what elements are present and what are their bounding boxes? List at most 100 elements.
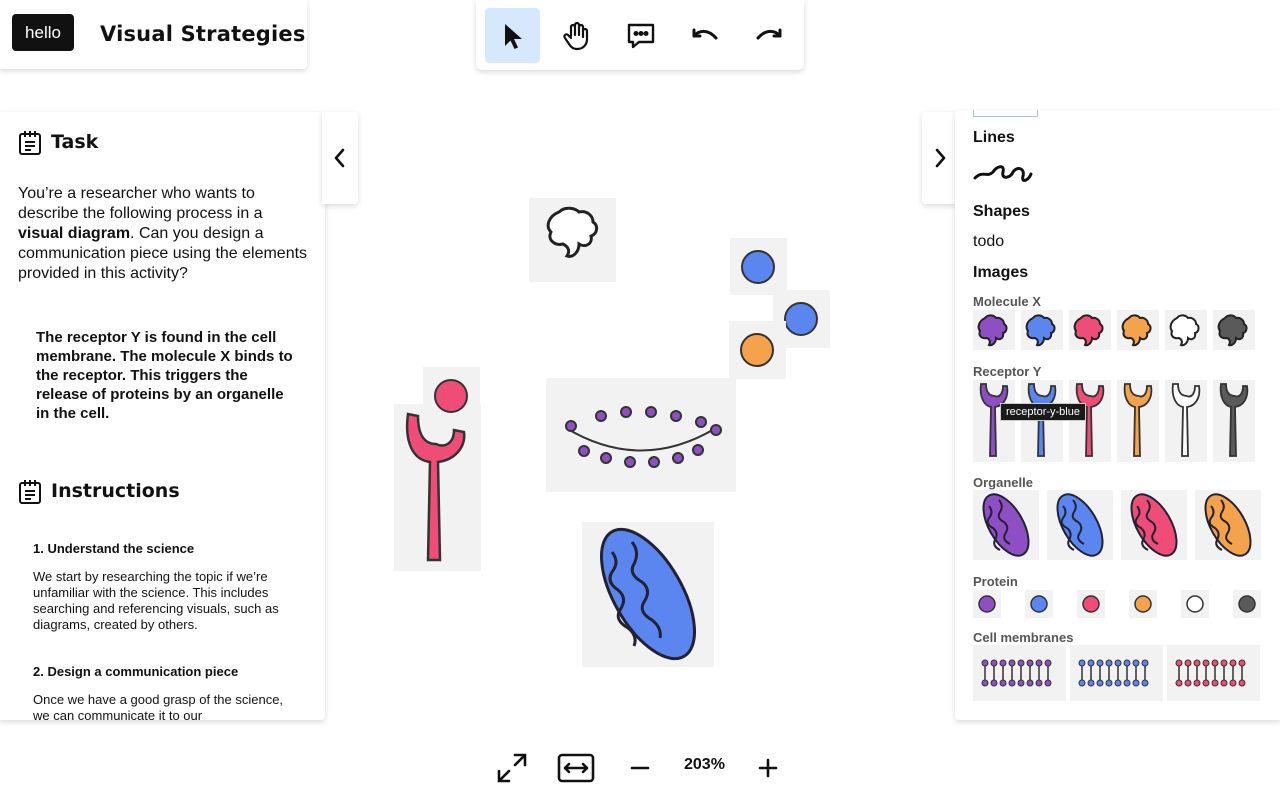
membrane-icon [1175,659,1246,687]
organelle-thumbnail[interactable] [1195,490,1261,560]
canvas-organelle[interactable] [582,522,714,667]
redo-icon [756,28,781,39]
hand-icon [562,21,588,50]
protein-thumbnail[interactable] [1181,590,1209,618]
cell-membrane-thumbnail[interactable] [973,645,1066,701]
undo-button[interactable] [677,8,732,63]
plus-icon [758,758,778,778]
protein-thumbnail[interactable] [1025,590,1053,618]
zoom-toolbar [476,736,804,798]
task-panel: Task You’re a researcher who wants to de… [0,112,325,720]
membrane-icon [565,406,722,468]
receptor-icon [1219,383,1249,457]
step-body: Once we have a good grasp of the science… [33,692,284,720]
molecule-x-thumbnail[interactable] [1213,310,1255,350]
shapes-placeholder: todo [973,233,1005,250]
protein-thumbnail[interactable] [1077,590,1105,618]
receptor-icon [1171,383,1201,457]
receptor-y-thumbnail[interactable] [1021,380,1063,462]
protein-icon [1238,595,1256,613]
canvas-protein[interactable] [730,238,787,295]
receptor-y-thumbnail[interactable] [1069,380,1111,462]
receptor-icon [1027,383,1057,457]
select-tool-button[interactable] [485,8,540,63]
cell-membranes-label: Cell membranes [973,630,1074,645]
minus-icon [630,766,650,770]
receptor-y-thumbnail[interactable] [1117,380,1159,462]
molecule-x-thumbnail[interactable] [973,310,1015,350]
molecule-icon [1121,314,1152,347]
canvas-protein[interactable] [423,367,480,425]
undo-icon [692,28,717,39]
organelle-label: Organelle [973,475,1033,490]
receptor-icon [1075,383,1105,457]
protein-thumbnail[interactable] [1233,590,1261,618]
notepad-icon [19,480,41,504]
zoom-out-button[interactable] [618,746,662,790]
protein-icon [741,250,775,284]
molecule-icon [546,206,599,258]
lines-label: Lines [973,129,1015,146]
step-body: We start by researching the topic if we’… [33,569,279,632]
canvas-protein[interactable] [729,321,786,379]
shapes-label: Shapes [973,203,1030,220]
images-label: Images [973,264,1029,281]
canvas-receptor-y[interactable] [394,404,481,571]
redo-button[interactable] [741,8,796,63]
step-title: 2. Design a communication piece [33,664,239,679]
protein-label: Protein [973,574,1018,589]
collapse-right-panel-button[interactable] [922,112,958,204]
zoom-level: 203% [684,756,725,773]
step-title: 1. Understand the science [33,541,195,556]
molecule-x-thumbnail[interactable] [1117,310,1159,350]
protein-icon [1082,595,1100,613]
organelle-thumbnail[interactable] [1121,490,1187,560]
organelle-icon [1130,493,1178,557]
cursor-icon [504,23,522,49]
scroll-remnant [973,110,1038,117]
receptor-y-thumbnail[interactable] [1165,380,1207,462]
comment-tool-button[interactable] [613,8,668,63]
organelle-icon [982,493,1030,557]
fit-width-button[interactable] [554,746,598,790]
molecule-icon [1073,314,1104,347]
zoom-in-button[interactable] [746,746,790,790]
protein-icon [1030,595,1048,613]
canvas[interactable] [325,110,955,730]
organelle-thumbnail[interactable] [1047,490,1113,560]
protein-icon [740,333,774,367]
protein-thumbnail[interactable] [973,590,1001,618]
molecule-x-thumbnail[interactable] [1021,310,1063,350]
cell-membrane-thumbnail[interactable] [1070,645,1163,701]
membrane-icon [981,659,1052,687]
molecule-x-thumbnail[interactable] [1165,310,1207,350]
chevron-right-icon [935,148,946,168]
receptor-y-thumbnail[interactable] [1213,380,1255,462]
notepad-icon [19,131,41,155]
molecule-icon [1025,314,1056,347]
protein-icon [1134,595,1152,613]
tooltip: receptor-y-blue [1000,403,1086,421]
canvas-cell-membrane[interactable] [546,378,736,492]
protein-thumbnail[interactable] [1129,590,1157,618]
molecule-x-label: Molecule X [973,294,1041,309]
organelle-icon [1056,493,1104,557]
receptor-y-thumbnail[interactable] [973,380,1015,462]
molecule-icon [1169,314,1200,347]
pan-tool-button[interactable] [549,8,604,63]
canvas-molecule-x[interactable] [529,198,616,282]
app-title: Visual Strategies [100,22,306,46]
task-description: You’re a researcher who wants to describ… [18,185,308,282]
membrane-icon [1078,659,1149,687]
app-header: hello Visual Strategies [0,0,307,69]
expand-icon [497,753,527,783]
comment-icon [627,23,654,48]
task-quote: The receptor Y is found in the cell memb… [36,329,293,422]
squiggle-line-icon[interactable] [973,156,1033,188]
organelle-thumbnail[interactable] [973,490,1039,560]
receptor-icon [979,383,1009,457]
fullscreen-button[interactable] [490,746,534,790]
user-badge[interactable]: hello [12,14,74,51]
molecule-x-thumbnail[interactable] [1069,310,1111,350]
cell-membrane-thumbnail[interactable] [1167,645,1260,701]
